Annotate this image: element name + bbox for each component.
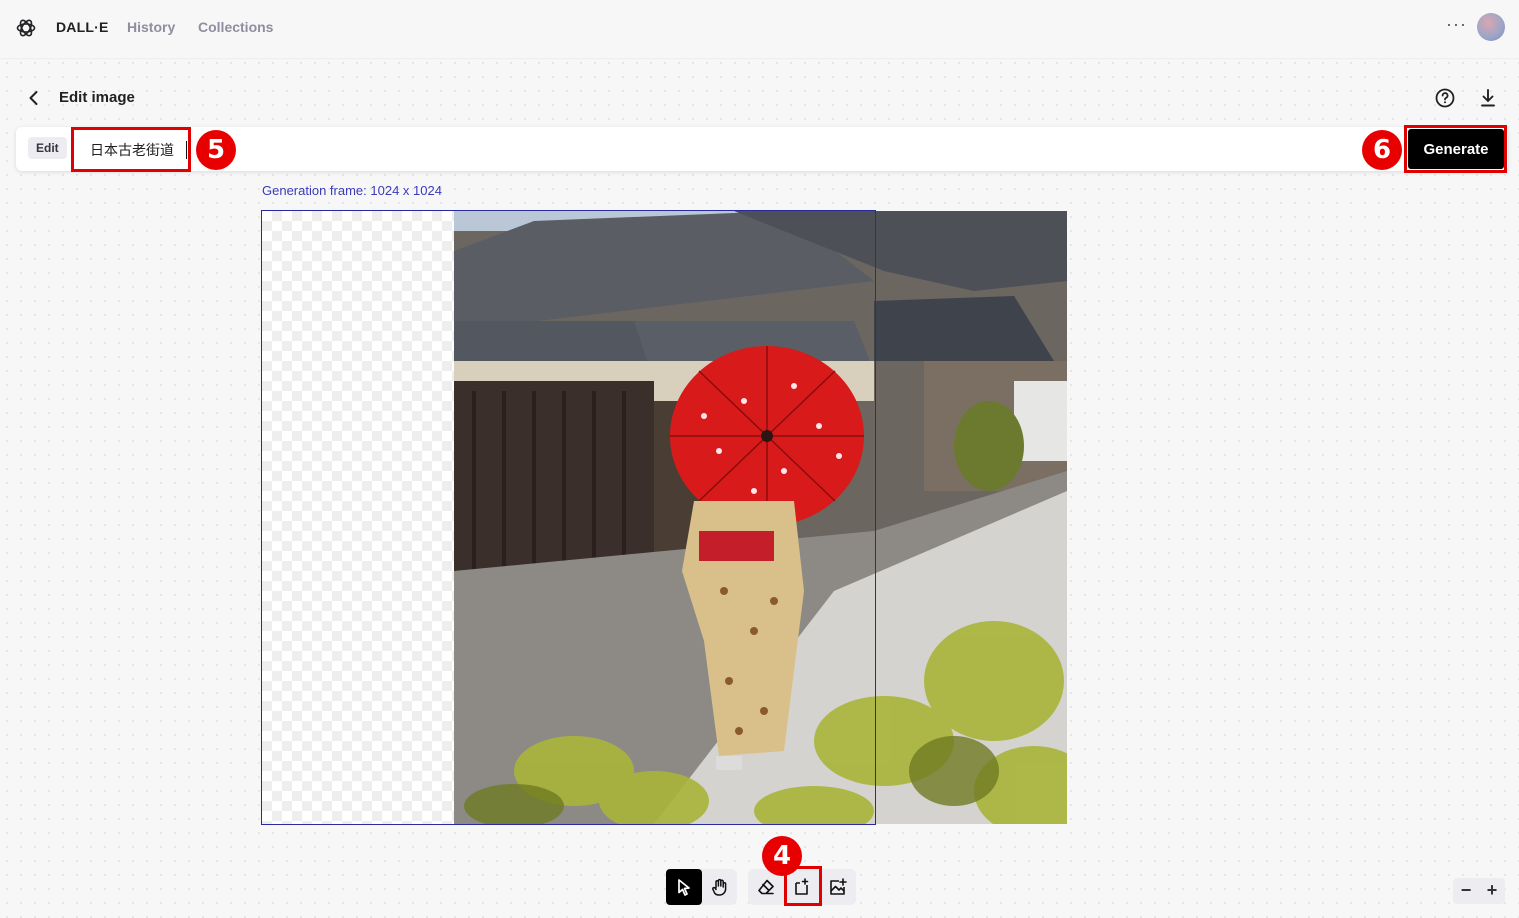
- download-icon[interactable]: [1478, 87, 1498, 109]
- openai-logo-icon[interactable]: [14, 16, 38, 40]
- prompt-bar: Edit: [16, 127, 1508, 171]
- page-title: Edit image: [59, 89, 135, 106]
- highlight-prompt-input: [71, 127, 191, 172]
- hand-icon: [712, 878, 727, 896]
- source-photo[interactable]: [454, 211, 1067, 824]
- step-marker-4: 4: [762, 836, 802, 876]
- step-marker-6: 6: [1362, 130, 1402, 170]
- upload-image-button[interactable]: [820, 869, 856, 905]
- pan-tool-button[interactable]: [702, 869, 738, 905]
- eraser-icon: [758, 879, 774, 895]
- zoom-out-button[interactable]: −: [1453, 880, 1479, 901]
- transparent-area[interactable]: [262, 211, 454, 824]
- edit-mode-chip[interactable]: Edit: [28, 137, 67, 159]
- step-marker-5: 5: [196, 130, 236, 170]
- top-bar: DALL·E History Collections ···: [0, 0, 1519, 59]
- select-tool-button[interactable]: [666, 869, 702, 905]
- image-upload-icon: [830, 878, 847, 895]
- generation-frame-label: Generation frame: 1024 x 1024: [262, 183, 442, 198]
- image-canvas[interactable]: [262, 211, 1067, 824]
- zoom-controls: − +: [1453, 878, 1505, 904]
- cursor-arrow-icon: [678, 879, 690, 896]
- nav-collections[interactable]: Collections: [198, 19, 273, 35]
- zoom-in-button[interactable]: +: [1479, 880, 1505, 901]
- avatar[interactable]: [1477, 13, 1505, 41]
- nav-history[interactable]: History: [127, 19, 175, 35]
- back-arrow-icon[interactable]: [24, 88, 44, 108]
- help-icon[interactable]: [1434, 87, 1456, 109]
- brand-title[interactable]: DALL·E: [56, 19, 109, 35]
- more-options-icon[interactable]: ···: [1446, 14, 1467, 35]
- highlight-generate-button: [1404, 125, 1507, 173]
- navigation-tool-group: [666, 869, 737, 905]
